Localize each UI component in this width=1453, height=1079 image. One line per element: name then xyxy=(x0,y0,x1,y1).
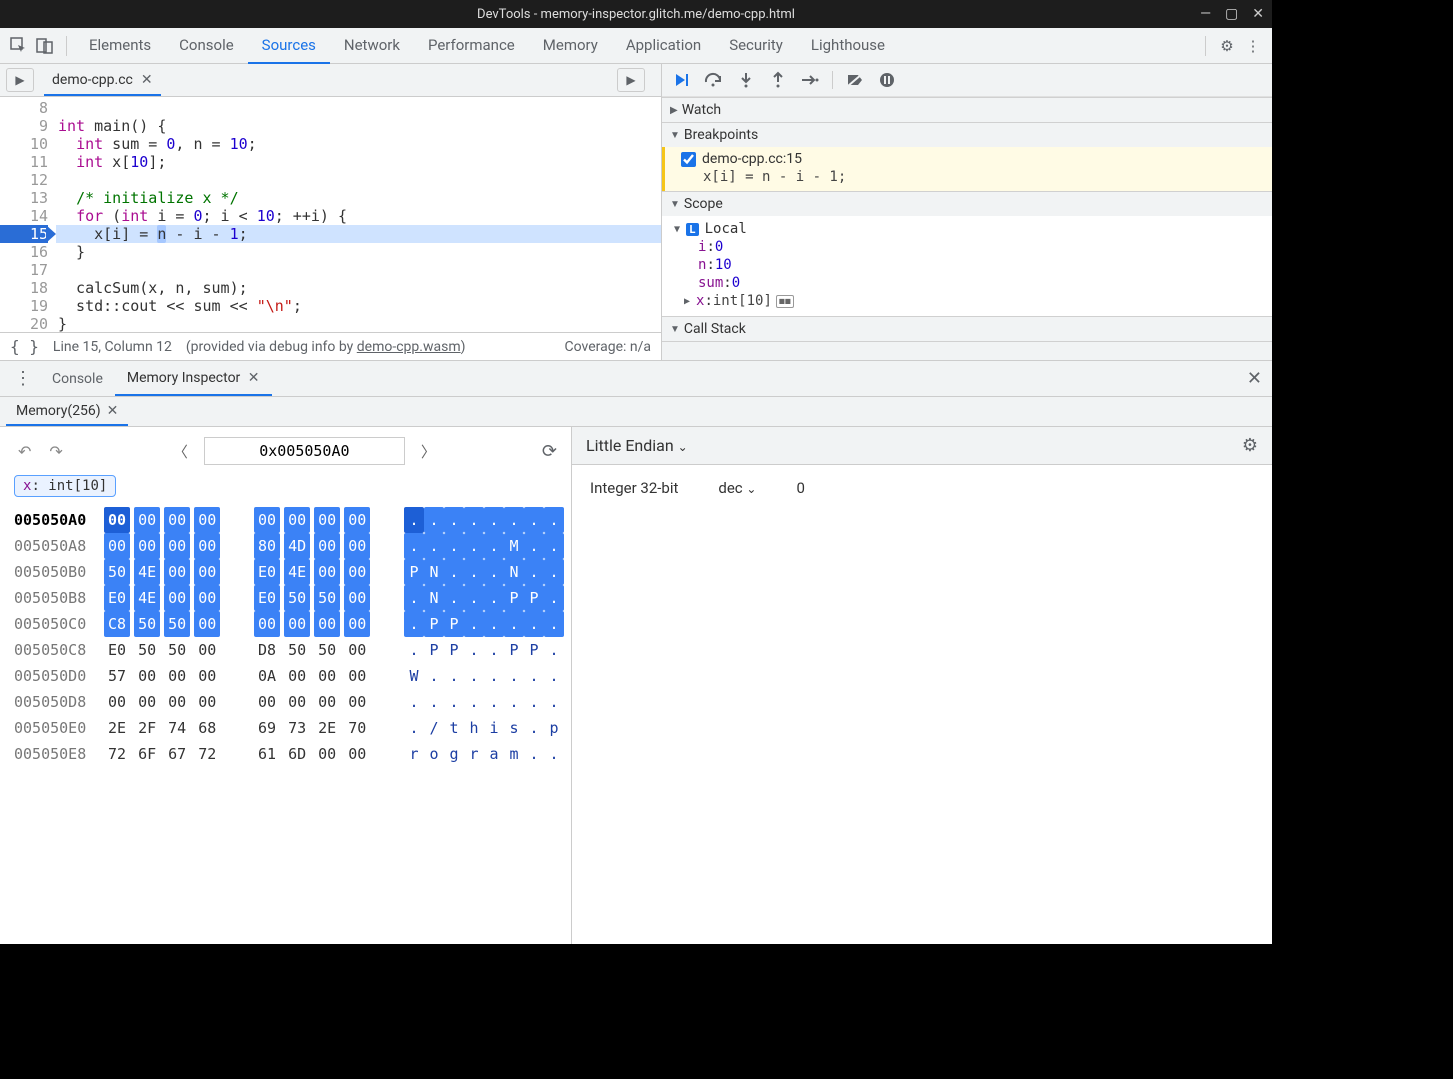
int-type-label: Integer 32-bit xyxy=(590,479,678,497)
file-tab-label: demo-cpp.cc xyxy=(52,72,133,88)
resume-icon[interactable] xyxy=(672,70,692,90)
chevron-down-icon: ▼ xyxy=(670,324,680,335)
chevron-down-icon: ▼ xyxy=(670,130,680,141)
hex-viewer[interactable]: 005050A00000000000000000........005050A8… xyxy=(14,507,557,767)
close-icon[interactable]: ✕ xyxy=(141,72,153,88)
chevron-down-icon: ▼ xyxy=(670,199,680,210)
editor-tabstrip: ▶ demo-cpp.cc ✕ ▶ xyxy=(0,64,661,97)
more-menu-icon[interactable]: ⋮ xyxy=(1240,33,1266,59)
refresh-icon[interactable]: ⟳ xyxy=(542,441,557,462)
tab-security[interactable]: Security xyxy=(715,27,797,64)
tab-memory[interactable]: Memory xyxy=(529,27,612,64)
window-close-icon[interactable]: ✕ xyxy=(1252,6,1264,22)
int-base-select[interactable]: dec ⌄ xyxy=(718,479,756,497)
file-tab-demo-cpp[interactable]: demo-cpp.cc ✕ xyxy=(44,65,161,96)
scope-var-i[interactable]: i: 0 xyxy=(662,238,1272,256)
memory-tab[interactable]: Memory(256) ✕ xyxy=(6,397,128,426)
tab-sources[interactable]: Sources xyxy=(248,27,330,64)
scope-var-n[interactable]: n: 10 xyxy=(662,256,1272,274)
tab-lighthouse[interactable]: Lighthouse xyxy=(797,27,899,64)
tab-memory-inspector[interactable]: Memory Inspector ✕ xyxy=(115,361,272,396)
inspect-icon[interactable] xyxy=(6,33,32,59)
wasm-link[interactable]: demo-cpp.wasm xyxy=(357,339,461,355)
line-gutter: 891011121314151617181920 xyxy=(0,97,56,332)
code-lines[interactable]: int main() { int sum = 0, n = 10; int x[… xyxy=(56,97,661,332)
window-maximize-icon[interactable]: ▢ xyxy=(1225,6,1238,22)
close-icon[interactable]: ✕ xyxy=(248,370,260,386)
drawer-more-icon[interactable]: ⋮ xyxy=(6,368,40,389)
drawer-close-icon[interactable]: ✕ xyxy=(1247,368,1262,389)
memory-settings-icon[interactable]: ⚙ xyxy=(1242,435,1258,456)
debug-info-source: (provided via debug info by demo-cpp.was… xyxy=(186,339,466,355)
close-icon[interactable]: ✕ xyxy=(107,403,119,419)
next-page-icon[interactable]: 〉 xyxy=(415,439,442,464)
chevron-down-icon: ⌄ xyxy=(678,440,688,454)
callstack-section[interactable]: ▼ Call Stack xyxy=(662,316,1272,342)
step-into-icon[interactable] xyxy=(736,70,756,90)
device-toggle-icon[interactable] xyxy=(32,33,58,59)
format-icon[interactable]: { } xyxy=(10,337,39,356)
scope-local[interactable]: ▼LLocal xyxy=(662,220,1272,238)
chevron-right-icon: ▶ xyxy=(670,105,678,116)
pause-exceptions-icon[interactable] xyxy=(877,70,897,90)
tab-elements[interactable]: Elements xyxy=(75,27,165,64)
step-out-icon[interactable] xyxy=(768,70,788,90)
step-over-icon[interactable] xyxy=(704,70,724,90)
scope-var-x[interactable]: ▶x: int[10]◼◼ xyxy=(662,292,1272,310)
coverage-label: Coverage: n/a xyxy=(565,339,651,355)
drawer-tabstrip: ⋮ Console Memory Inspector ✕ ✕ xyxy=(0,361,1272,397)
breakpoint-item[interactable]: demo-cpp.cc:15 x[i] = n - i - 1; xyxy=(662,147,1272,191)
deactivate-breakpoints-icon[interactable] xyxy=(845,70,865,90)
redo-icon[interactable]: ↷ xyxy=(45,440,66,463)
step-icon[interactable] xyxy=(800,70,820,90)
watch-section[interactable]: ▶ Watch xyxy=(662,97,1272,122)
breakpoint-checkbox[interactable] xyxy=(681,152,696,167)
tab-console[interactable]: Console xyxy=(40,362,115,395)
endian-select[interactable]: Little Endian ⌄ xyxy=(586,436,688,455)
breakpoint-location: demo-cpp.cc:15 xyxy=(702,151,802,167)
debugger-toggle-icon[interactable]: ▶ xyxy=(617,68,645,92)
int-value: 0 xyxy=(796,479,804,497)
editor-statusbar: { } Line 15, Column 12 (provided via deb… xyxy=(0,332,661,360)
local-badge-icon: L xyxy=(686,223,699,236)
memory-chip-icon[interactable]: ◼◼ xyxy=(776,295,794,308)
settings-gear-icon[interactable]: ⚙ xyxy=(1214,33,1240,59)
undo-icon[interactable]: ↶ xyxy=(14,440,35,463)
breakpoints-section[interactable]: ▼ Breakpoints xyxy=(662,122,1272,147)
tab-console[interactable]: Console xyxy=(165,27,248,64)
cursor-position: Line 15, Column 12 xyxy=(53,339,172,355)
scope-section[interactable]: ▼ Scope xyxy=(662,191,1272,216)
debugger-toolbar xyxy=(662,64,1272,97)
object-badge[interactable]: x: int[10] xyxy=(14,475,116,497)
window-title: DevTools - memory-inspector.glitch.me/de… xyxy=(477,7,795,22)
devtools-toolbar: ElementsConsoleSourcesNetworkPerformance… xyxy=(0,28,1272,64)
scope-var-sum[interactable]: sum: 0 xyxy=(662,274,1272,292)
navigator-toggle-icon[interactable]: ▶ xyxy=(6,68,34,92)
tab-application[interactable]: Application xyxy=(612,27,715,64)
breakpoint-code: x[i] = n - i - 1; xyxy=(681,169,1264,185)
address-input[interactable] xyxy=(204,437,405,465)
prev-page-icon[interactable]: 〈 xyxy=(167,439,194,464)
window-minimize-icon[interactable]: — xyxy=(1200,6,1211,22)
tab-network[interactable]: Network xyxy=(330,27,414,64)
tab-performance[interactable]: Performance xyxy=(414,27,529,64)
chevron-down-icon: ⌄ xyxy=(746,482,756,496)
window-titlebar: DevTools - memory-inspector.glitch.me/de… xyxy=(0,0,1272,28)
